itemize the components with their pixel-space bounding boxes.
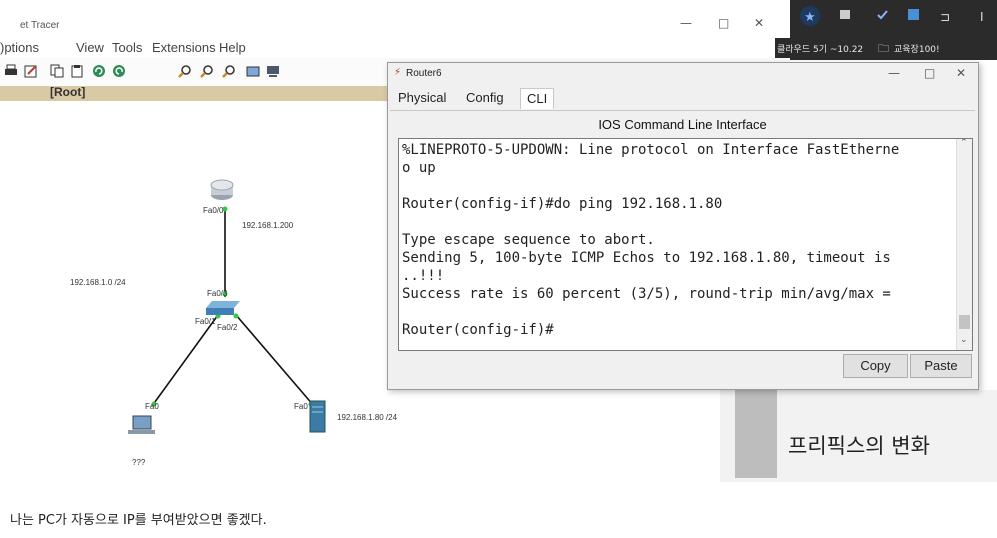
pt-window-title: et Tracer — [20, 20, 60, 31]
blog-heading: 프리픽스의 변화 — [788, 434, 930, 458]
print-icon[interactable] — [4, 64, 18, 78]
router-close-button[interactable]: ✕ — [956, 66, 966, 80]
svg-text:⊐: ⊐ — [940, 10, 950, 24]
paste-button[interactable]: Paste — [910, 354, 972, 378]
scroll-down-icon[interactable]: ⌄ — [960, 335, 968, 345]
device-icon[interactable] — [266, 64, 280, 78]
tab-physical[interactable]: Physical — [392, 88, 452, 108]
pt-titlebar: et Tracer — □ ✕ — [0, 14, 790, 36]
pt-close-button[interactable]: ✕ — [754, 16, 764, 30]
router-maximize-button[interactable]: □ — [924, 66, 935, 80]
router-dialog: ⚡ Router6 — □ ✕ Physical Config CLI IOS … — [387, 62, 979, 390]
scroll-up-icon[interactable]: ⌃ — [960, 139, 968, 148]
switch-port-top-label: Fa0/3 — [207, 289, 228, 298]
bookmark-classroom[interactable]: 교육장100! — [894, 42, 940, 55]
ios-cli-header: IOS Command Line Interface — [598, 117, 767, 132]
console-line: %LINEPROTO-5-UPDOWN: Line protocol on In… — [402, 142, 900, 158]
bookmark-cloud[interactable]: 클라우드 5기 ~10.22 — [777, 42, 863, 55]
copy-icon[interactable] — [50, 64, 64, 78]
zoom-reset-icon[interactable] — [200, 64, 214, 78]
router-ip-label: 192.168.1.200 — [242, 221, 294, 230]
switch-icon[interactable] — [206, 301, 240, 315]
switch-port-left-label: Fa0/1 — [195, 317, 216, 326]
root-bar: [Root] — [0, 85, 388, 101]
menu-tools[interactable]: Tools — [112, 40, 142, 55]
cli-console[interactable]: %LINEPROTO-5-UPDOWN: Line protocol on In… — [398, 138, 973, 351]
folder-icon: 🗀 — [878, 42, 889, 55]
tab-cli[interactable]: CLI — [520, 88, 555, 109]
switch-server-link — [235, 314, 315, 407]
server-icon[interactable] — [309, 400, 326, 433]
zoom-in-icon[interactable] — [178, 64, 192, 78]
pt-maximize-button[interactable]: □ — [718, 16, 729, 30]
paste-icon[interactable] — [70, 64, 84, 78]
copy-button[interactable]: Copy — [843, 354, 908, 378]
console-line: Router(config-if)#do ping 192.168.1.80 — [402, 196, 723, 212]
edit-icon[interactable] — [24, 64, 38, 78]
router-port-label: Fa0/0 — [203, 206, 224, 215]
undo-icon[interactable] — [92, 64, 106, 78]
menu-help[interactable]: Help — [219, 40, 246, 55]
console-line: o up — [402, 160, 436, 176]
blog-image-edge — [735, 390, 777, 478]
palette-icon[interactable] — [246, 64, 260, 78]
server-port-label: Fa0 — [294, 402, 308, 411]
pt-menubar: )ptions View Tools Extensions Help — [0, 38, 790, 58]
svg-text:★: ★ — [804, 10, 816, 25]
console-prompt-line: Router(config-if)# — [402, 322, 554, 338]
blog-caption: 나는 PC가 자동으로 IP를 부여받았으면 좋겠다. — [10, 513, 267, 528]
server-ip-label: 192.168.1.80 /24 — [337, 413, 398, 422]
pt-minimize-button[interactable]: — — [680, 16, 692, 30]
redo-icon[interactable] — [112, 64, 126, 78]
console-line: Success rate is 60 percent (3/5), round-… — [402, 286, 891, 302]
pc-icon[interactable] — [128, 415, 155, 434]
console-line: ..!!! — [402, 268, 445, 284]
scroll-thumb[interactable] — [959, 315, 970, 329]
menu-extensions[interactable]: Extensions — [152, 40, 216, 55]
console-scrollbar[interactable]: ⌃ ⌄ — [956, 139, 972, 350]
tab-config[interactable]: Config — [460, 88, 510, 108]
zoom-out-icon[interactable] — [222, 64, 236, 78]
menu-options[interactable]: )ptions — [0, 40, 39, 55]
console-line: Type escape sequence to abort. — [402, 232, 655, 248]
router-icon[interactable] — [210, 179, 234, 200]
pc-port-label: Fa0 — [145, 402, 159, 411]
console-line: Sending 5, 100-byte ICMP Echos to 192.16… — [402, 250, 891, 266]
link-status-dot — [233, 313, 239, 319]
network-label: 192.168.1.0 /24 — [70, 278, 126, 287]
pc-name-label: ??? — [132, 458, 146, 467]
browser-extension-icons: ★ ⊐ Ⅰ — [800, 6, 984, 26]
switch-pc-link — [151, 314, 219, 407]
cli-panel: IOS Command Line Interface %LINEPROTO-5-… — [390, 110, 975, 387]
svg-text:Ⅰ: Ⅰ — [980, 10, 984, 24]
router-dialog-icon: ⚡ — [394, 67, 402, 78]
topology-links — [128, 179, 326, 434]
topology-canvas[interactable]: Fa0/0 192.168.1.200 192.168.1.0 /24 Fa0/… — [0, 101, 397, 482]
menu-view[interactable]: View — [76, 40, 104, 55]
router-dialog-title: Router6 — [406, 68, 442, 79]
root-label[interactable]: [Root] — [50, 85, 85, 99]
bookmark-bar: 클라우드 5기 ~10.22 🗀 교육장100! — [775, 38, 997, 58]
router-minimize-button[interactable]: — — [888, 66, 900, 80]
switch-port-right-label: Fa0/2 — [217, 323, 238, 332]
